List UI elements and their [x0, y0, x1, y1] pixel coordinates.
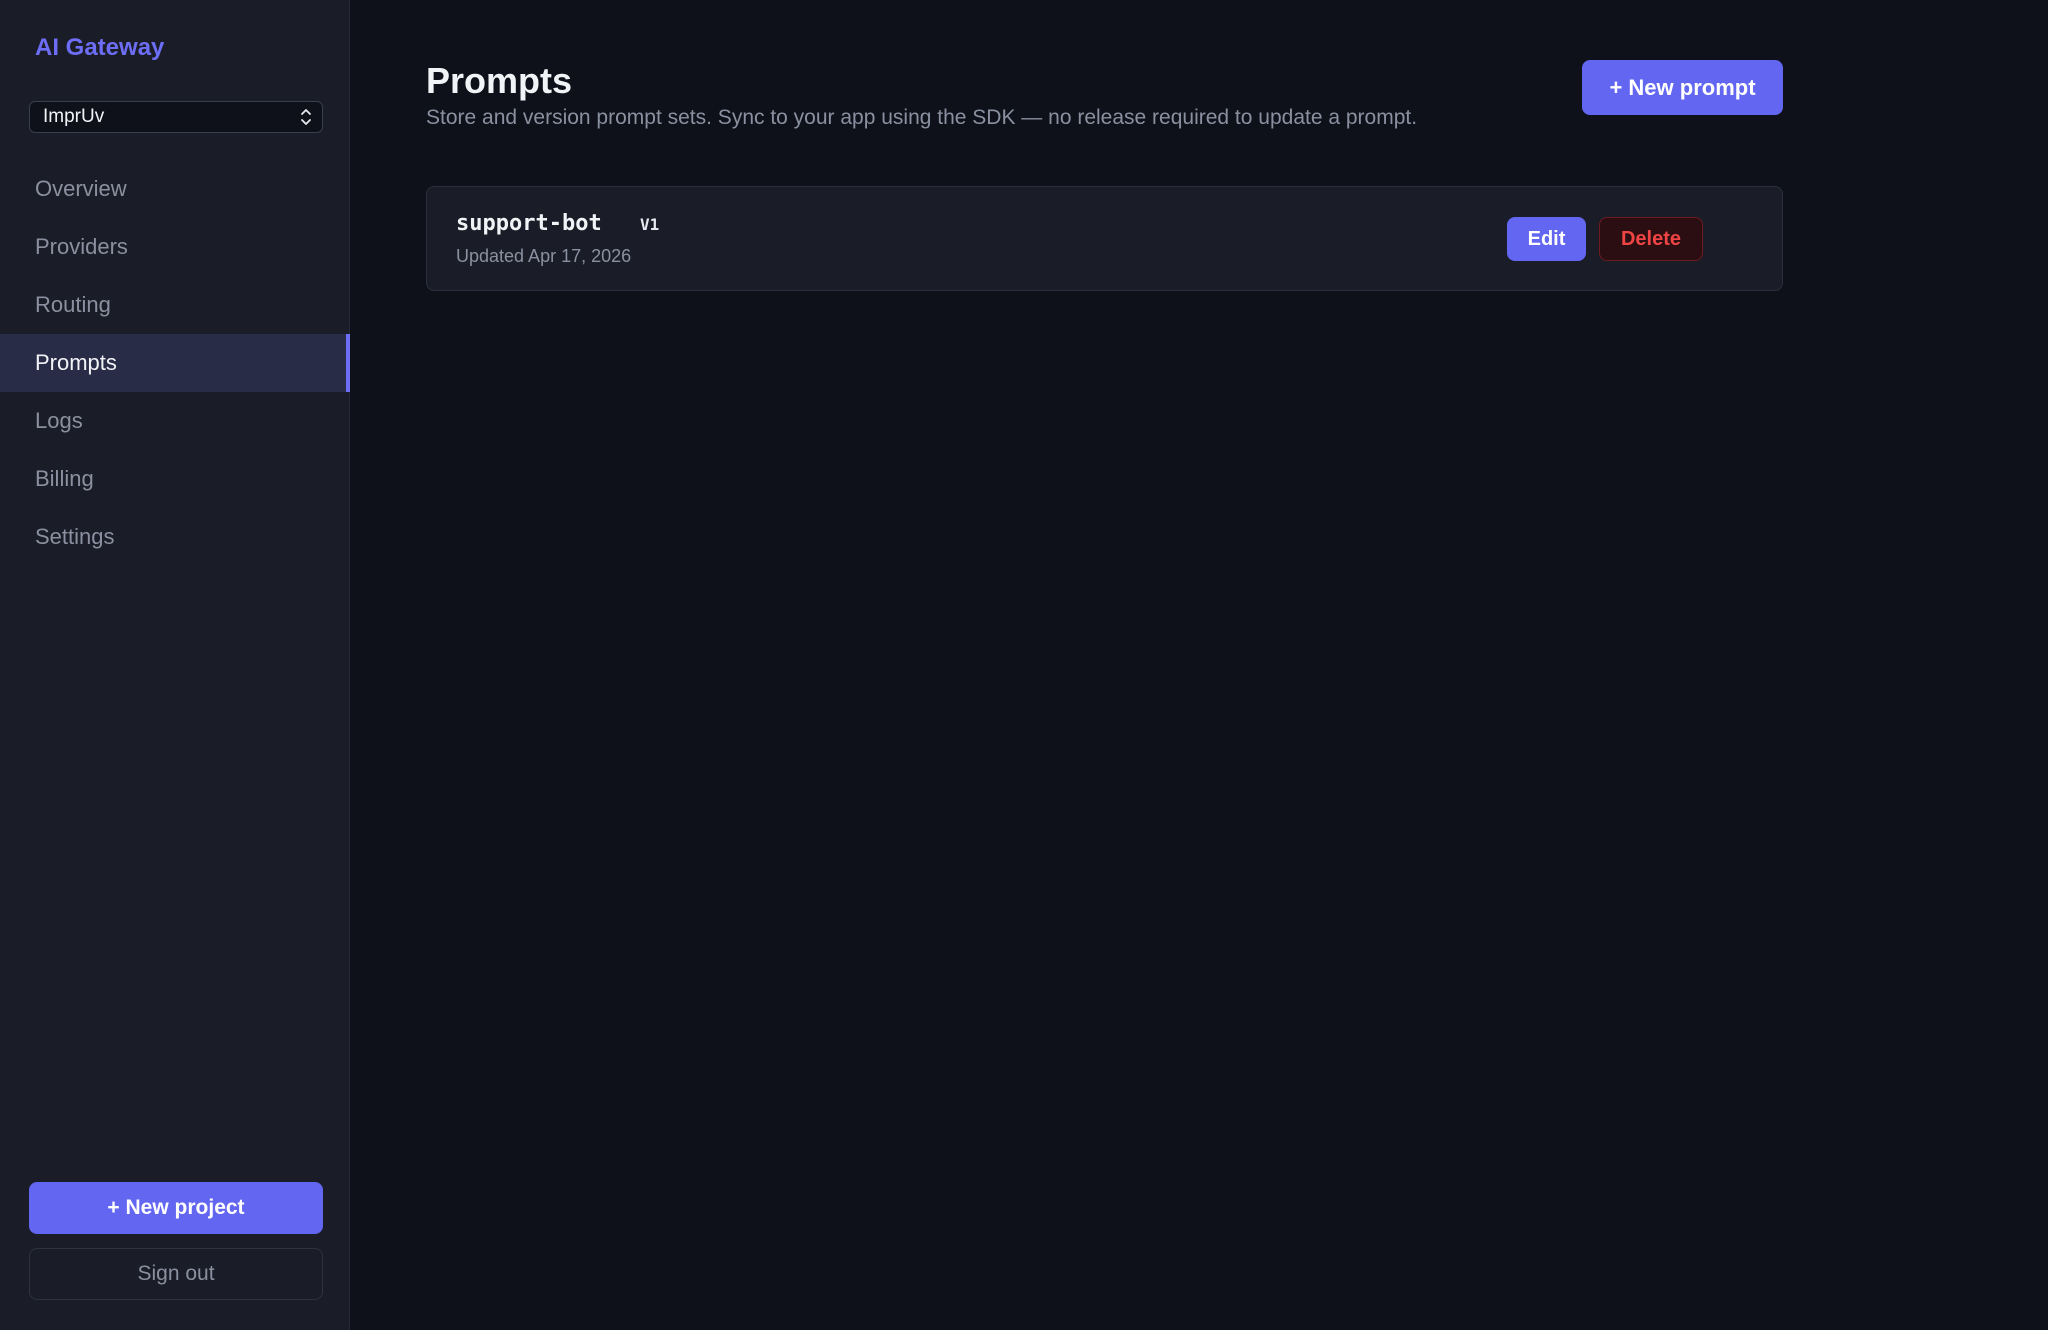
page-subtitle: Store and version prompt sets. Sync to y…: [426, 106, 1418, 129]
sidebar-nav: Overview Providers Routing Prompts Logs …: [0, 160, 350, 566]
sidebar-item-prompts[interactable]: Prompts: [0, 334, 350, 392]
prompt-name: support-bot: [456, 211, 602, 236]
page-title: Prompts: [426, 60, 573, 101]
prompt-version-badge: V1: [640, 215, 660, 234]
sidebar-item-label: Routing: [35, 292, 111, 317]
new-project-button[interactable]: + New project: [29, 1182, 323, 1234]
brand-logo[interactable]: AI Gateway: [35, 34, 164, 62]
project-select-value: ImprUv: [43, 106, 105, 127]
prompt-card: support-bot V1 Updated Apr 17, 2026 Edit…: [426, 186, 1783, 291]
sidebar-item-label: Providers: [35, 234, 128, 259]
sidebar-item-billing[interactable]: Billing: [0, 450, 350, 508]
sidebar-item-label: Prompts: [35, 350, 117, 375]
app-window: AI Gateway ImprUv Overview Providers Rou…: [0, 0, 2048, 1330]
sidebar-item-providers[interactable]: Providers: [0, 218, 350, 276]
sidebar-item-settings[interactable]: Settings: [0, 508, 350, 566]
sidebar-item-logs[interactable]: Logs: [0, 392, 350, 450]
delete-prompt-button[interactable]: Delete: [1599, 217, 1703, 261]
prompt-updated-date: Updated Apr 17, 2026: [456, 246, 632, 266]
main-content: Prompts Store and version prompt sets. S…: [350, 0, 2048, 1330]
chevron-up-down-icon: [300, 108, 312, 126]
sidebar-item-label: Logs: [35, 408, 83, 433]
sidebar-item-routing[interactable]: Routing: [0, 276, 350, 334]
new-prompt-button[interactable]: + New prompt: [1582, 60, 1783, 115]
sidebar-item-overview[interactable]: Overview: [0, 160, 350, 218]
sidebar: AI Gateway ImprUv Overview Providers Rou…: [0, 0, 350, 1330]
project-select[interactable]: ImprUv: [29, 101, 323, 133]
edit-prompt-button[interactable]: Edit: [1507, 217, 1586, 261]
sign-out-button[interactable]: Sign out: [29, 1248, 323, 1300]
sidebar-item-label: Overview: [35, 176, 127, 201]
sidebar-item-label: Billing: [35, 466, 94, 491]
sidebar-item-label: Settings: [35, 524, 115, 549]
